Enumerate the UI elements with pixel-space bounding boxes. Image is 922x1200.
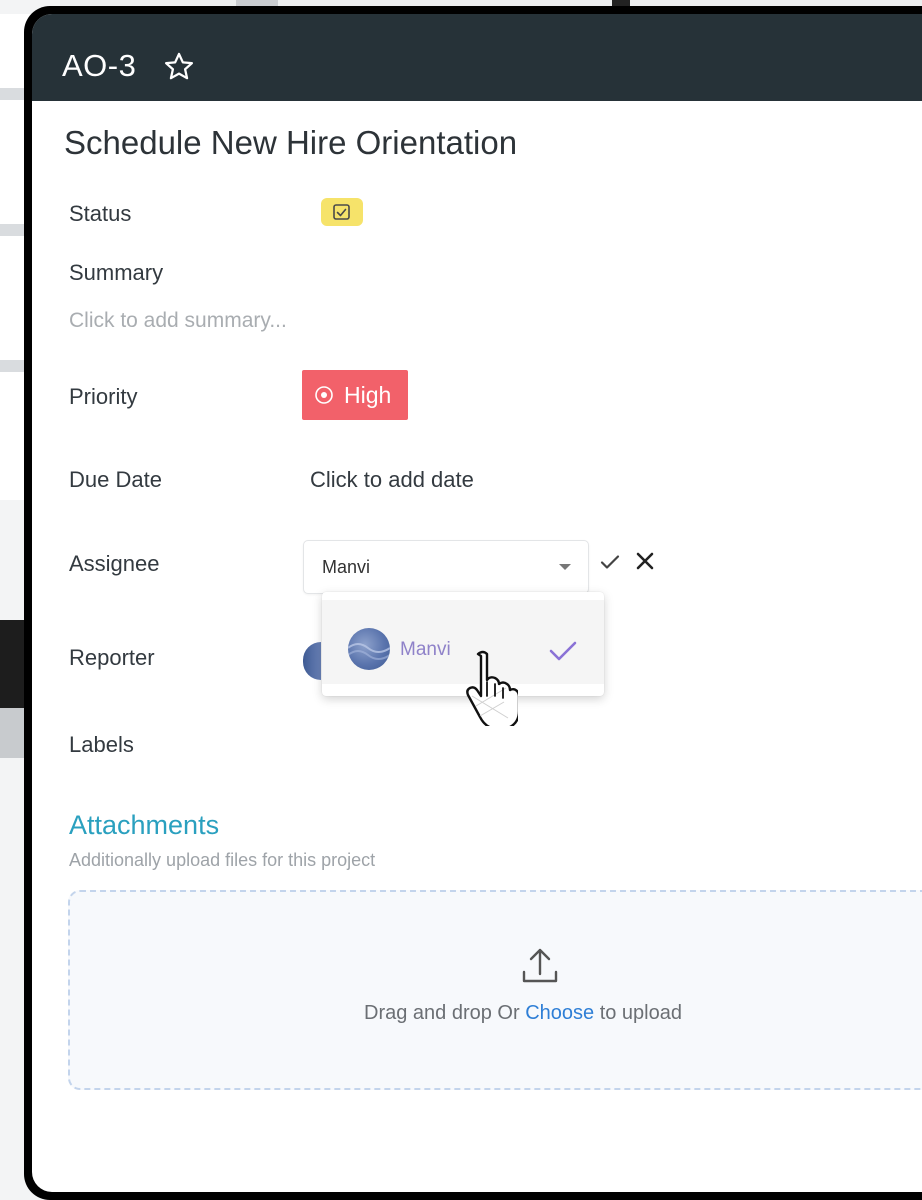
choose-file-link[interactable]: Choose <box>525 1002 594 1024</box>
due-date-label: Due Date <box>69 467 162 492</box>
close-icon[interactable] <box>634 550 656 572</box>
priority-badge[interactable]: High <box>302 370 408 420</box>
attachments-subtitle: Additionally upload files for this proje… <box>69 850 376 870</box>
avatar <box>348 628 390 670</box>
assignee-option-name: Manvi <box>400 639 451 660</box>
dropzone-text-after: to upload <box>594 1002 682 1024</box>
issue-detail-panel: AO-3 Schedule New Hire Orientation Statu… <box>32 14 922 1192</box>
priority-value: High <box>344 382 392 408</box>
issue-header: AO-3 <box>32 14 922 101</box>
reporter-label: Reporter <box>69 645 155 670</box>
due-date-input[interactable]: Click to add date <box>310 467 474 493</box>
upload-icon <box>522 948 558 983</box>
status-badge[interactable] <box>321 198 363 226</box>
summary-input[interactable]: Click to add summary... <box>69 309 287 333</box>
selected-check-icon <box>549 641 577 661</box>
issue-title[interactable]: Schedule New Hire Orientation <box>64 124 517 162</box>
issue-key: AO-3 <box>62 48 137 83</box>
file-dropzone[interactable]: Drag and drop Or Choose to upload <box>68 890 922 1090</box>
attachments-title: Attachments <box>69 810 220 840</box>
device-frame: AO-3 Schedule New Hire Orientation Statu… <box>24 6 922 1200</box>
star-outline-icon[interactable] <box>162 50 196 84</box>
assignee-select[interactable]: Manvi <box>303 540 589 594</box>
checkbox-checked-icon <box>333 204 350 220</box>
reporter-avatar[interactable] <box>303 642 321 680</box>
priority-circle-icon <box>315 386 333 404</box>
caret-down-icon[interactable] <box>558 563 572 571</box>
summary-label: Summary <box>69 260 164 285</box>
status-label: Status <box>69 201 132 226</box>
priority-label: Priority <box>69 384 138 409</box>
dropzone-text-before: Drag and drop Or <box>364 1002 526 1024</box>
dropzone-instructions: Drag and drop Or Choose to upload <box>364 1002 682 1025</box>
labels-label: Labels <box>69 732 134 757</box>
confirm-check-icon[interactable] <box>598 550 622 574</box>
assignee-select-value: Manvi <box>322 557 371 577</box>
avatar-wave-pattern <box>348 643 390 660</box>
assignee-label: Assignee <box>69 551 160 576</box>
hand-pointer-cursor-icon <box>466 650 518 726</box>
